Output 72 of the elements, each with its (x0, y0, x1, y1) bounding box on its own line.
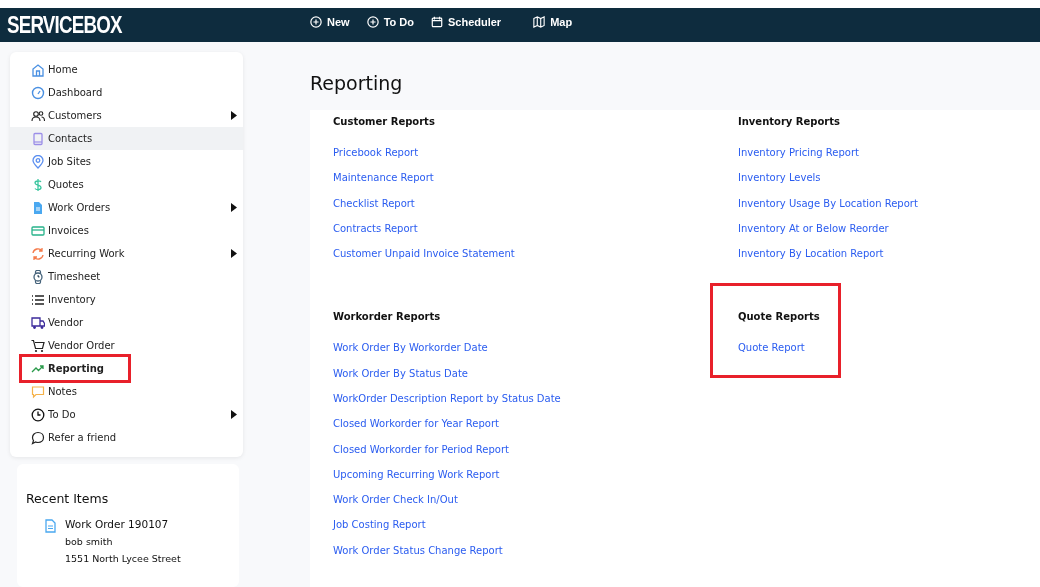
nav-link[interactable]: New (310, 16, 350, 28)
gauge-icon (31, 85, 45, 100)
calendar-icon (430, 16, 443, 28)
report-link[interactable]: Inventory At or Below Reorder (738, 222, 889, 236)
home-icon (31, 62, 45, 77)
sidebar-item[interactable]: Dashboard (10, 81, 243, 104)
list-icon (31, 292, 45, 307)
recent-item-link[interactable]: Work Order 190107 (65, 518, 181, 530)
sidebar-item[interactable]: Customers (10, 104, 243, 127)
page-title: Reporting (310, 72, 404, 94)
nav-link[interactable]: Scheduler (430, 16, 502, 28)
plus-circle-icon (366, 16, 379, 28)
report-link[interactable]: Checklist Report (333, 197, 415, 211)
sidebar-item[interactable]: Vendor (10, 311, 243, 334)
map-icon (533, 16, 546, 28)
nav-link[interactable]: Map (533, 16, 573, 28)
brand-logo[interactable]: SERVICEBOX (0, 11, 122, 39)
sidebar-item[interactable]: Work Orders (10, 196, 243, 219)
report-link[interactable]: Closed Workorder for Period Report (333, 443, 509, 457)
card-icon (31, 223, 45, 238)
sidebar-item[interactable]: Job Sites (10, 150, 243, 173)
recent-item-detail: 1551 North Lycee Street (65, 553, 181, 564)
recent-item-detail: bob smith (65, 536, 114, 547)
group-heading: Inventory Reports (738, 116, 841, 127)
report-link[interactable]: Customer Unpaid Invoice Statement (333, 248, 515, 262)
watch-icon (31, 269, 45, 284)
book-icon (31, 131, 45, 146)
document-icon (31, 200, 45, 215)
sidebar-item[interactable]: Timesheet (10, 265, 243, 288)
sidebar-item[interactable]: To Do (10, 403, 243, 426)
report-link[interactable]: Quote Report (738, 342, 805, 356)
report-link[interactable]: WorkOrder Description Report by Status Date (333, 393, 561, 406)
report-link[interactable]: Job Costing Report (333, 519, 426, 533)
plus-circle-icon (310, 16, 322, 28)
speech-icon (31, 384, 45, 399)
people-icon (31, 108, 45, 123)
report-link[interactable]: Inventory Usage By Location Report (738, 197, 918, 211)
report-link[interactable]: Contracts Report (333, 222, 418, 236)
report-link[interactable]: Maintenance Report (333, 172, 434, 186)
sidebar-item[interactable]: Invoices (10, 219, 243, 242)
nav-link[interactable]: To Do (366, 16, 414, 28)
speech-bubble-icon (31, 430, 45, 445)
location-pin-icon (31, 154, 45, 169)
section-title: Recent Items (26, 491, 110, 506)
sidebar-item[interactable]: Contacts (10, 127, 243, 150)
report-link[interactable]: Work Order Check In/Out (333, 494, 458, 508)
sidebar-item[interactable]: Reporting (10, 357, 243, 380)
sidebar-item[interactable]: Inventory (10, 288, 243, 311)
report-link[interactable]: Upcoming Recurring Work Report (333, 468, 500, 482)
report-link[interactable]: Closed Workorder for Year Report (333, 418, 499, 432)
refresh-icon (31, 246, 45, 261)
report-link[interactable]: Inventory By Location Report (738, 248, 884, 262)
truck-icon (31, 315, 45, 330)
report-link[interactable]: Work Order By Workorder Date (333, 342, 488, 356)
dollar-icon (31, 177, 45, 192)
group-heading: Quote Reports (738, 311, 820, 323)
cart-icon (31, 338, 45, 353)
group-heading: Customer Reports (333, 116, 435, 127)
report-link[interactable]: Inventory Levels (738, 172, 821, 186)
report-link[interactable]: Work Order By Status Date (333, 367, 468, 381)
sidebar-item[interactable]: Notes (10, 380, 243, 403)
group-heading: Workorder Reports (333, 311, 441, 323)
clock-icon (31, 407, 45, 422)
sidebar-item[interactable]: Home (10, 58, 243, 81)
report-link[interactable]: Pricebook Report (333, 147, 419, 160)
sidebar-item[interactable]: Quotes (10, 173, 243, 196)
document-icon (45, 519, 56, 533)
sidebar-item[interactable]: Vendor Order (10, 334, 243, 357)
sidebar-item[interactable]: Refer a friend (10, 426, 243, 449)
report-link[interactable]: Work Order Status Change Report (333, 544, 503, 558)
sidebar-item[interactable]: Recurring Work (10, 242, 243, 265)
report-link[interactable]: Inventory Pricing Report (738, 147, 859, 160)
